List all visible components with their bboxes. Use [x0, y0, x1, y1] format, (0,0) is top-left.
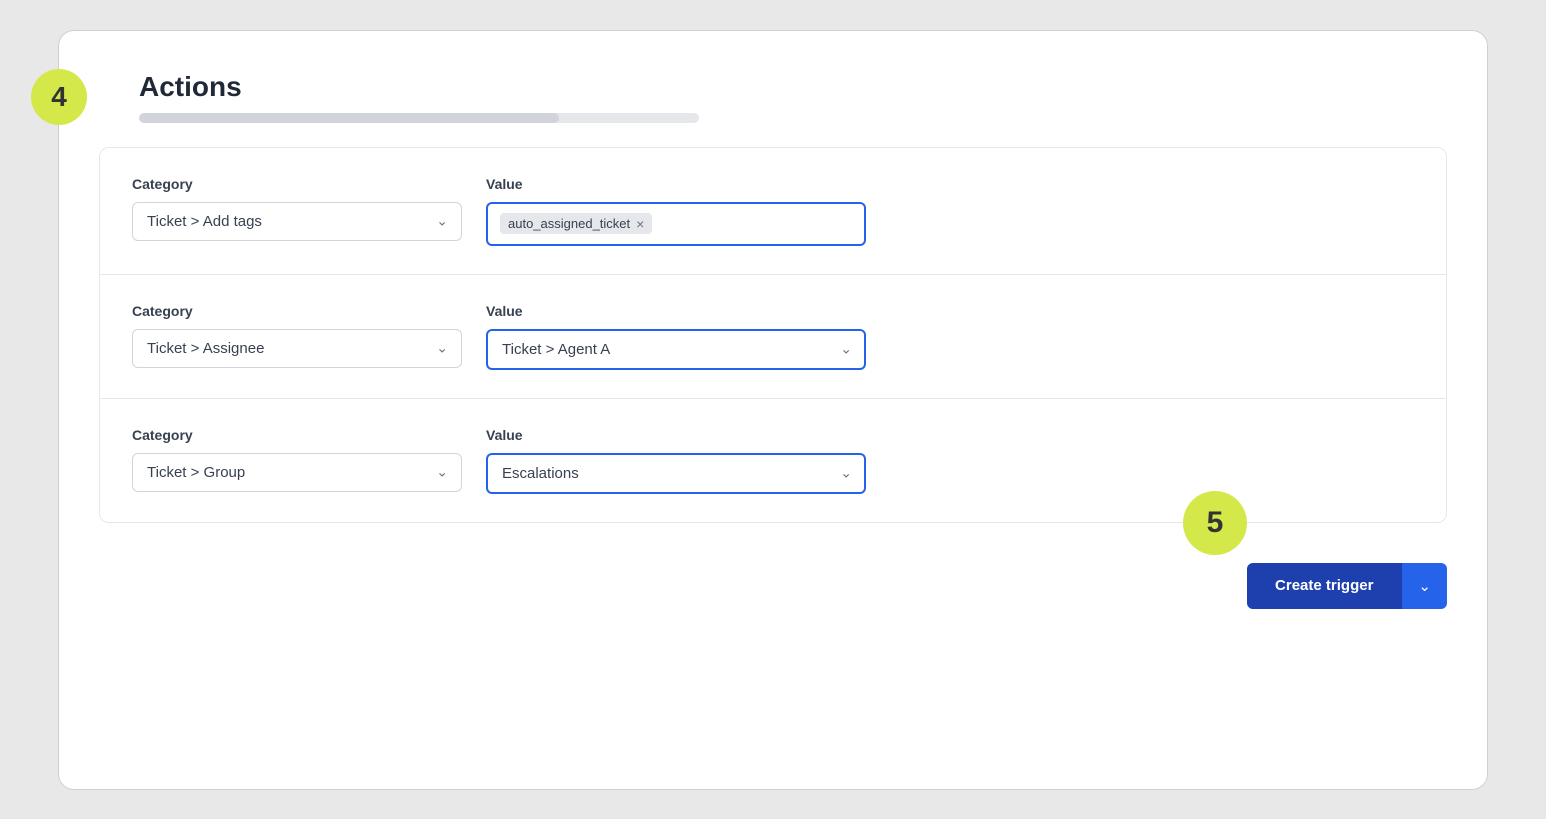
row-1-category-label: Category [132, 176, 462, 192]
row-2-value-group: Value Ticket > Agent A ⌄ [486, 303, 866, 370]
row-2-category-label: Category [132, 303, 462, 319]
tag-chip-label: auto_assigned_ticket [508, 216, 630, 231]
header-section: Actions [139, 71, 1447, 123]
row-1-value-group: Value auto_assigned_ticket × [486, 176, 866, 246]
main-card: 4 Actions Category Ticket > Add tags ⌄ [58, 30, 1488, 790]
create-trigger-dropdown-button[interactable]: ⌄ [1401, 563, 1447, 609]
row-2-value-select[interactable]: Ticket > Agent A [486, 329, 866, 370]
bottom-bar: 5 Create trigger ⌄ [99, 563, 1447, 609]
row-3-category-group: Category Ticket > Group ⌄ [132, 427, 462, 492]
progress-bar-fill [139, 113, 559, 123]
action-row-2: Category Ticket > Assignee ⌄ Value Ticke… [100, 275, 1446, 399]
row-2-category-wrapper[interactable]: Ticket > Assignee ⌄ [132, 329, 462, 368]
page-title: Actions [139, 71, 1447, 103]
row-2-category-group: Category Ticket > Assignee ⌄ [132, 303, 462, 368]
row-1-value-label: Value [486, 176, 866, 192]
row-3-category-label: Category [132, 427, 462, 443]
action-row-1: Category Ticket > Add tags ⌄ Value auto_… [100, 148, 1446, 275]
create-trigger-btn-group: Create trigger ⌄ [1247, 563, 1447, 609]
row-3-category-wrapper[interactable]: Ticket > Group ⌄ [132, 453, 462, 492]
row-2-value-wrapper[interactable]: Ticket > Agent A ⌄ [486, 329, 866, 370]
row-3-fields: Category Ticket > Group ⌄ Value Escalati… [132, 427, 1414, 494]
step-4-badge: 4 [31, 69, 87, 125]
row-1-category-select[interactable]: Ticket > Add tags [132, 202, 462, 241]
row-1-fields: Category Ticket > Add tags ⌄ Value auto_… [132, 176, 1414, 246]
row-2-value-label: Value [486, 303, 866, 319]
row-3-value-wrapper[interactable]: Escalations ⌄ [486, 453, 866, 494]
row-3-category-select[interactable]: Ticket > Group [132, 453, 462, 492]
action-rows: Category Ticket > Add tags ⌄ Value auto_… [99, 147, 1447, 523]
progress-bar-container [139, 113, 699, 123]
action-row-3: Category Ticket > Group ⌄ Value Escalati… [100, 399, 1446, 522]
row-1-tag-input[interactable]: auto_assigned_ticket × [486, 202, 866, 246]
row-2-category-select[interactable]: Ticket > Assignee [132, 329, 462, 368]
create-trigger-button[interactable]: Create trigger [1247, 563, 1401, 609]
remove-tag-icon[interactable]: × [636, 217, 644, 231]
tag-chip-auto-assigned: auto_assigned_ticket × [500, 213, 652, 234]
dropdown-chevron-icon: ⌄ [1418, 578, 1431, 595]
row-3-value-group: Value Escalations ⌄ [486, 427, 866, 494]
row-1-category-group: Category Ticket > Add tags ⌄ [132, 176, 462, 241]
step-5-badge: 5 [1183, 491, 1247, 555]
row-1-category-wrapper[interactable]: Ticket > Add tags ⌄ [132, 202, 462, 241]
row-3-value-select[interactable]: Escalations [486, 453, 866, 494]
row-3-value-label: Value [486, 427, 866, 443]
row-2-fields: Category Ticket > Assignee ⌄ Value Ticke… [132, 303, 1414, 370]
